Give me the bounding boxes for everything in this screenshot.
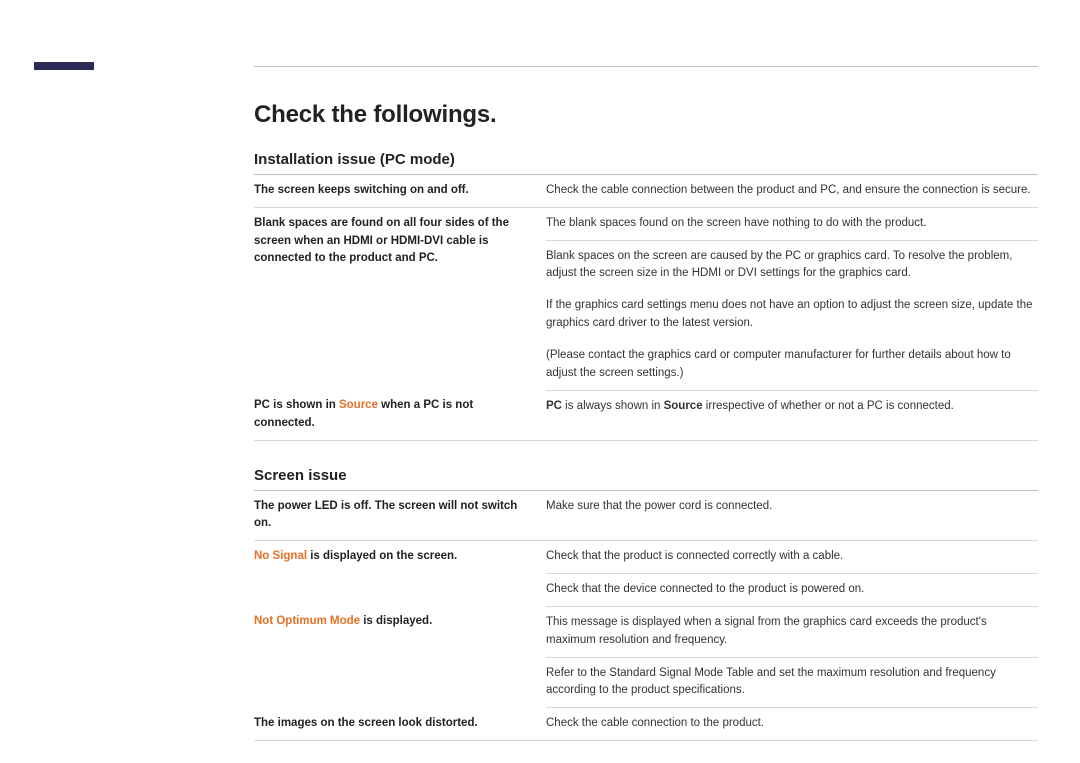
text: is always shown in <box>562 400 664 412</box>
issue-solution: Make sure that the power cord is connect… <box>546 491 1038 541</box>
table-row: The screen keeps switching on and off. C… <box>254 175 1038 207</box>
issue-label: The images on the screen look distorted. <box>254 708 546 741</box>
issue-label: The screen keeps switching on and off. <box>254 175 546 207</box>
issue-label: No Signal is displayed on the screen. <box>254 541 546 607</box>
issue-solution: Blank spaces on the screen are caused by… <box>546 240 1038 290</box>
bold-source: Source <box>664 400 703 412</box>
table-row: Blank spaces are found on all four sides… <box>254 207 1038 240</box>
bold-pc: PC <box>546 400 562 412</box>
text: irrespective of whether or not a PC is c… <box>703 400 954 412</box>
issue-solution: Check that the device connected to the p… <box>546 574 1038 607</box>
issue-solution: (Please contact the graphics card or com… <box>546 340 1038 390</box>
highlight-no-signal: No Signal <box>254 550 307 562</box>
accent-bar <box>34 62 94 70</box>
issue-solution: Check the cable connection to the produc… <box>546 708 1038 741</box>
highlight-not-optimum: Not Optimum Mode <box>254 615 360 627</box>
text: PC is shown in <box>254 399 339 411</box>
text: is displayed on the screen. <box>307 550 457 562</box>
table-screen: The power LED is off. The screen will no… <box>254 491 1038 741</box>
page-content: Check the followings. Installation issue… <box>254 62 1038 741</box>
issue-label: The power LED is off. The screen will no… <box>254 491 546 541</box>
table-row: The power LED is off. The screen will no… <box>254 491 1038 541</box>
issue-solution: This message is displayed when a signal … <box>546 606 1038 657</box>
table-row: The images on the screen look distorted.… <box>254 708 1038 741</box>
table-row: Not Optimum Mode is displayed. This mess… <box>254 606 1038 657</box>
issue-solution: If the graphics card settings menu does … <box>546 290 1038 340</box>
table-installation: The screen keeps switching on and off. C… <box>254 175 1038 441</box>
issue-label: Not Optimum Mode is displayed. <box>254 606 546 707</box>
top-rule <box>254 66 1038 67</box>
page-title: Check the followings. <box>254 101 1038 129</box>
issue-solution: Check that the product is connected corr… <box>546 541 1038 574</box>
issue-solution: PC is always shown in Source irrespectiv… <box>546 390 1038 440</box>
highlight-source: Source <box>339 399 378 411</box>
issue-label: PC is shown in Source when a PC is not c… <box>254 390 546 440</box>
text: is displayed. <box>360 615 432 627</box>
issue-solution: Refer to the Standard Signal Mode Table … <box>546 657 1038 708</box>
issue-label: Blank spaces are found on all four sides… <box>254 207 546 390</box>
section-heading-screen: Screen issue <box>254 467 1038 491</box>
table-row: No Signal is displayed on the screen. Ch… <box>254 541 1038 574</box>
issue-solution: Check the cable connection between the p… <box>546 175 1038 207</box>
issue-solution: The blank spaces found on the screen hav… <box>546 207 1038 240</box>
section-heading-installation: Installation issue (PC mode) <box>254 151 1038 175</box>
table-row: PC is shown in Source when a PC is not c… <box>254 390 1038 440</box>
